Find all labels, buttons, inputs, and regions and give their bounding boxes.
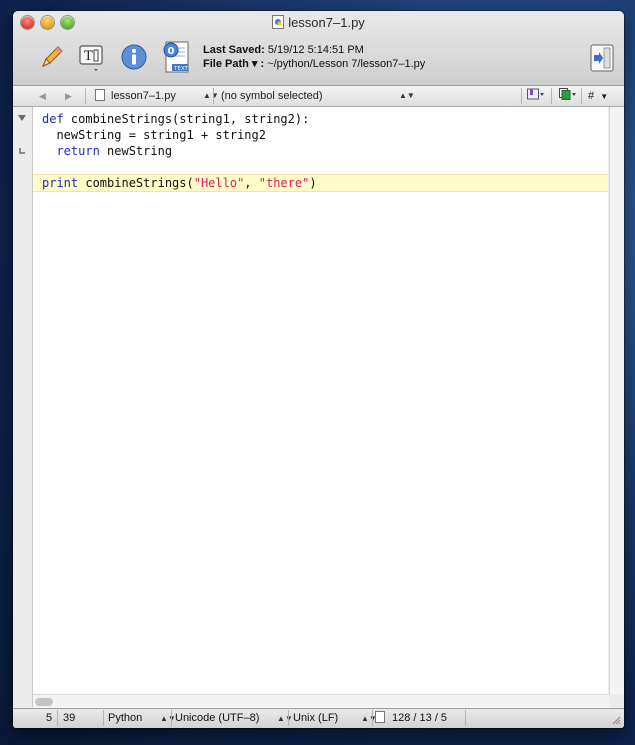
code-token: combineStrings( [78,176,194,190]
line-endings-label: Unix (LF) [293,712,339,724]
divider [521,88,522,104]
pencil-icon [42,46,63,67]
editor-gutter[interactable] [13,107,33,707]
code-line-3[interactable]: return newString [33,143,608,159]
document-counts: 128 / 13 / 5 [392,712,448,724]
last-saved-row: Last Saved: 5/19/12 5:14:51 PM [203,43,425,57]
status-bar: 5 39 Python ▲▼ Unicode (UTF–8) ▲▼ Unix (… [13,708,624,728]
code-editor[interactable]: def combineStrings(string1, string2): ne… [33,107,608,694]
divider [465,710,466,726]
encoding-menu[interactable]: Unicode (UTF–8) ▲▼ [175,709,293,728]
code-line-4[interactable] [33,159,608,175]
editor-window: lesson7–1.py T 0 TEXT Last Saved: 5/19/1… [13,11,624,728]
string-token: "Hello" [193,176,245,190]
updown-icon: ▲▼ [399,91,415,100]
document-stats[interactable]: 128 / 13 / 5 [375,709,447,728]
file-icon [95,89,105,101]
file-menu-label: lesson7–1.py [111,90,176,102]
svg-text:TEXT: TEXT [173,66,189,72]
divider [288,710,289,726]
last-saved-value: 5/19/12 5:14:51 PM [267,44,364,56]
text-options-button[interactable]: T [77,41,107,73]
counterpart-icon [559,88,576,100]
symbol-menu[interactable]: (no symbol selected) ▲▼ [221,86,521,106]
updown-icon: ▲▼ [160,714,176,723]
svg-text:0: 0 [168,46,175,57]
toggle-sidebar-button[interactable] [589,43,615,73]
window-title-wrap: lesson7–1.py [13,15,624,30]
resize-grip-icon[interactable] [611,715,621,725]
info-button[interactable] [119,41,149,73]
code-token: ) [309,176,317,190]
code-token: newString = string1 + string2 [42,128,266,142]
file-path-value: ~/python/Lesson 7/lesson7–1.py [267,58,426,70]
fold-open-icon[interactable] [17,113,27,123]
string-token: "there" [258,176,310,190]
code-line-1[interactable]: def combineStrings(string1, string2): [33,111,608,127]
chevron-down-icon: ▼ [600,92,609,101]
line-endings-menu[interactable]: Unix (LF) ▲▼ [293,709,377,728]
column-number[interactable]: 39 [63,709,75,728]
keyword-token: print [42,176,79,190]
file-path-row[interactable]: File Path ▾ : ~/python/Lesson 7/lesson7–… [203,57,425,71]
python-document-icon [272,15,285,29]
back-button[interactable]: ◀ [39,86,46,106]
updown-icon: ▲▼ [277,714,293,723]
horizontal-scroll-thumb[interactable] [35,698,53,706]
code-token: newString [99,144,173,158]
svg-text:T: T [84,49,93,64]
keyword-token: return [42,144,100,158]
divider [581,88,582,104]
last-saved-label: Last Saved: [203,44,265,56]
forward-button[interactable]: ▶ [65,86,72,106]
window-title: lesson7–1.py [288,15,365,30]
keyword-token: def [42,112,64,126]
code-token: , [244,176,259,190]
file-menu[interactable]: lesson7–1.py ▲▼ [95,86,219,106]
text-document-button[interactable]: 0 TEXT [159,39,193,75]
divider [57,710,58,726]
divider [171,710,172,726]
code-line-2[interactable]: newString = string1 + string2 [33,127,608,143]
vertical-scrollbar[interactable] [609,107,624,694]
navigation-bar: ◀ ▶ lesson7–1.py ▲▼ (no symbol selected)… [13,86,624,107]
line-number[interactable]: 5 [46,709,52,728]
divider [103,710,104,726]
markers-menu[interactable]: # ▼ [588,86,608,106]
horizontal-scrollbar[interactable] [33,694,609,709]
language-menu[interactable]: Python ▲▼ [108,709,176,728]
file-meta: Last Saved: 5/19/12 5:14:51 PM File Path… [203,43,425,71]
file-path-label[interactable]: File Path ▾ : [203,58,264,70]
text-format-icon: T [79,45,103,71]
code-token: combineStrings(string1, string2): [63,112,310,126]
info-icon [121,44,147,70]
book-icon [527,88,544,100]
bookmark-menu[interactable] [527,86,545,106]
markers-label: # [588,90,595,102]
code-line-5[interactable]: print combineStrings("Hello", "there") [33,174,608,192]
symbol-menu-label: (no symbol selected) [221,90,323,102]
counterpart-menu[interactable] [559,86,577,106]
language-label: Python [108,712,143,724]
toolbar: T 0 TEXT Last Saved: 5/19/12 5:14:51 PM … [13,37,624,85]
sidebar-toggle-icon [590,44,614,72]
divider [551,88,552,104]
fold-end-icon[interactable] [19,147,27,155]
divider [85,88,86,104]
text-document-icon: 0 TEXT [163,41,189,73]
edit-pencil-button[interactable] [37,41,67,73]
updown-icon: ▲▼ [203,91,219,100]
encoding-label: Unicode (UTF–8) [175,712,260,724]
title-bar[interactable]: lesson7–1.py T 0 TEXT Last Saved: 5/19/1… [13,11,624,86]
document-icon [375,711,385,723]
divider [213,88,214,104]
divider [372,710,373,726]
